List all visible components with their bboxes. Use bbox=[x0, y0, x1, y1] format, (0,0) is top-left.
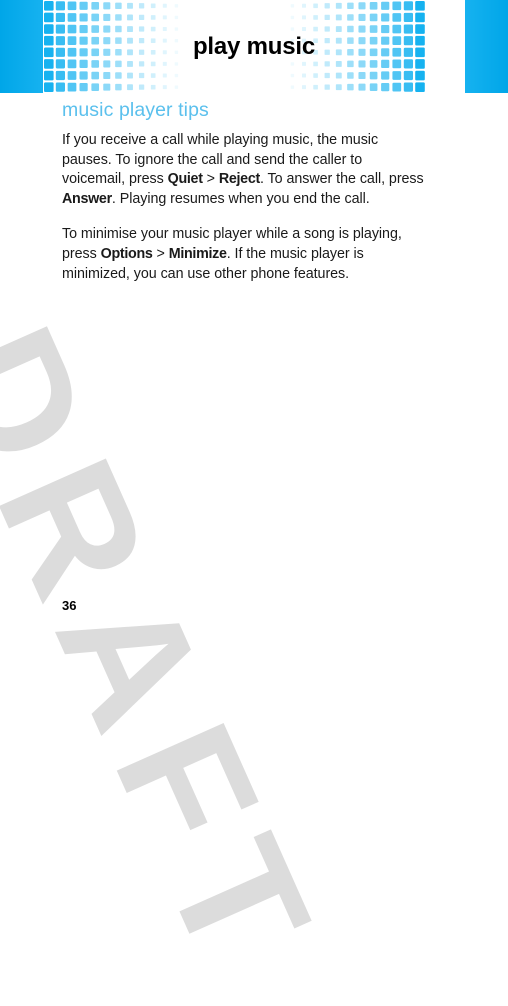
ui-term: Reject bbox=[218, 171, 260, 188]
page-content: music player tips If you receive a call … bbox=[62, 99, 427, 284]
body-paragraph: To minimise your music player while a so… bbox=[62, 225, 427, 284]
page-header-banner: play music bbox=[0, 0, 508, 93]
draft-watermark-text: DRAFT bbox=[0, 301, 355, 1006]
paragraph-text: > bbox=[202, 171, 219, 188]
body-paragraph: If you receive a call while playing musi… bbox=[62, 131, 427, 209]
paragraph-text: . Playing resumes when you end the call. bbox=[111, 190, 370, 207]
ui-term: Minimize bbox=[168, 245, 227, 262]
section-heading: music player tips bbox=[62, 99, 209, 121]
paragraph-text: > bbox=[152, 245, 169, 262]
ui-term: Quiet bbox=[167, 171, 203, 188]
paragraph-list: If you receive a call while playing musi… bbox=[62, 131, 427, 284]
ui-term: Options bbox=[100, 245, 153, 262]
page-title: play music bbox=[192, 32, 316, 60]
ui-term: Answer bbox=[62, 190, 112, 207]
page-number: 36 bbox=[62, 598, 77, 613]
paragraph-text: . To answer the call, press bbox=[259, 171, 424, 188]
